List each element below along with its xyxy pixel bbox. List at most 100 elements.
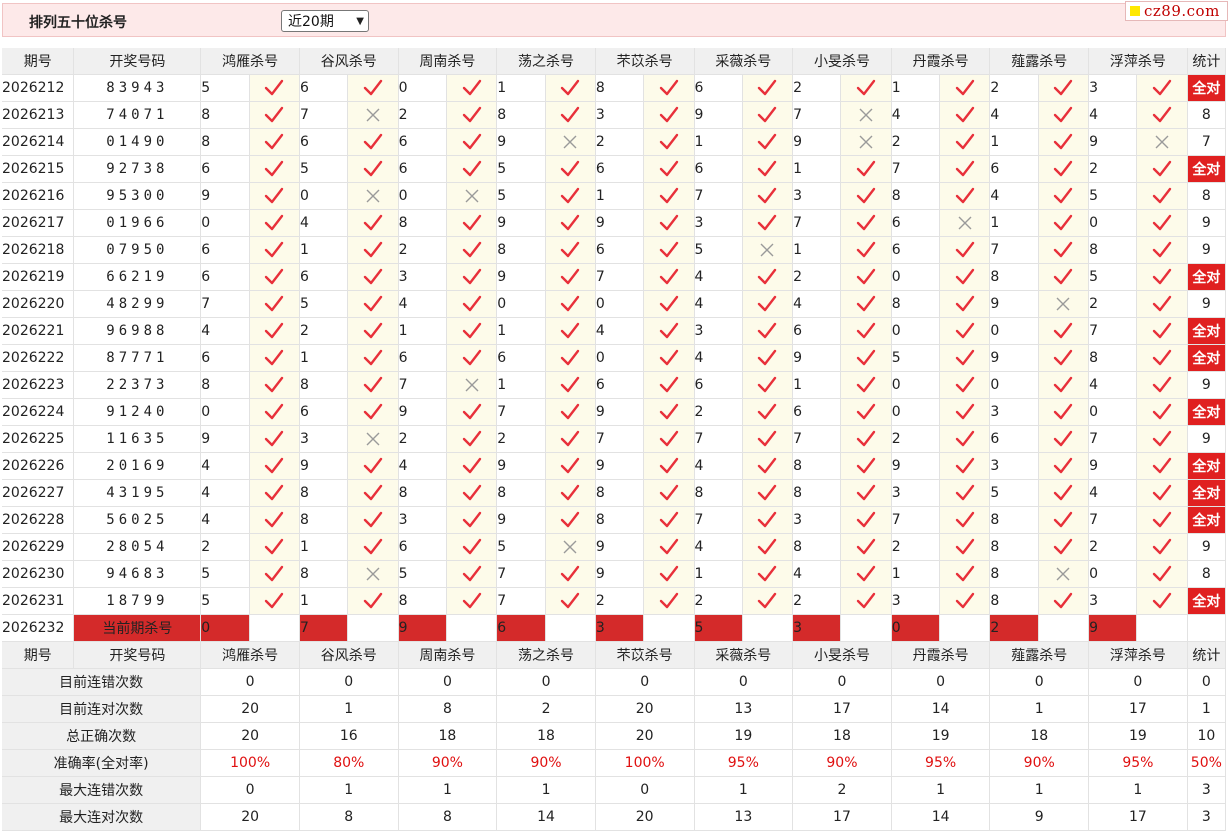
check-icon (742, 426, 794, 453)
summary-value: 19 (891, 723, 991, 750)
issue-number: 2026222 (2, 345, 75, 372)
summary-value: 14 (891, 804, 991, 831)
check-icon (446, 480, 498, 507)
check-icon (742, 291, 794, 318)
stat-all-correct-badge: 全对 (1187, 399, 1226, 426)
col-header-expert: 周南杀号 (398, 48, 498, 75)
kill-number: 2 (299, 318, 349, 345)
kill-number: 0 (201, 399, 250, 426)
draw-number: 07950 (74, 237, 202, 264)
kill-number: 8 (497, 102, 546, 129)
draw-number: 92738 (74, 156, 202, 183)
col-header-issue: 期号 (2, 642, 75, 669)
check-icon (940, 372, 991, 399)
summary-value: 2 (497, 696, 596, 723)
draw-number: 96988 (74, 318, 202, 345)
summary-value: 1 (694, 777, 794, 804)
kill-number: 0 (1089, 399, 1138, 426)
issue-number: 2026218 (2, 237, 75, 264)
summary-value: 8 (398, 804, 498, 831)
check-icon (446, 507, 498, 534)
check-icon (644, 426, 695, 453)
kill-number: 3 (595, 102, 645, 129)
col-header-expert: 薤露杀号 (990, 48, 1090, 75)
summary-value: 20 (595, 723, 695, 750)
summary-value: 20 (201, 723, 300, 750)
kill-number: 2 (891, 426, 941, 453)
check-icon (249, 345, 300, 372)
summary-value: 0 (694, 669, 794, 696)
table-row: 2026221 96988 4 2 1 1 4 3 6 0 0 7 全对 (2, 318, 1226, 345)
logo-square-icon (1130, 6, 1140, 16)
summary-value: 0 (201, 777, 300, 804)
check-icon (1038, 345, 1090, 372)
kill-number: 8 (299, 561, 349, 588)
check-icon (841, 426, 892, 453)
check-icon (249, 561, 300, 588)
kill-number: 5 (497, 156, 546, 183)
kill-number: 4 (694, 534, 743, 561)
cross-icon (446, 372, 498, 399)
site-logo[interactable]: cz89.com (1125, 1, 1228, 21)
kill-number: 6 (595, 237, 645, 264)
stat-all-correct-badge: 全对 (1187, 507, 1226, 534)
check-icon (545, 75, 596, 102)
kill-number: 9 (201, 426, 250, 453)
period-select[interactable]: 近20期 ▼ (281, 10, 369, 32)
kill-number: 6 (201, 345, 250, 372)
current-kill-spacer (644, 615, 695, 642)
kill-number: 7 (793, 210, 842, 237)
draw-number: 95300 (74, 183, 202, 210)
col-header-expert: 芣苡杀号 (595, 642, 695, 669)
kill-number: 7 (201, 291, 250, 318)
table-row: 2026230 94683 5 8 5 7 9 1 4 1 8 0 8 (2, 561, 1226, 588)
current-kill-spacer (940, 615, 991, 642)
kill-number: 4 (1089, 102, 1138, 129)
current-kill-spacer (348, 615, 399, 642)
stat-count: 9 (1187, 210, 1226, 237)
summary-value: 0 (201, 669, 300, 696)
kill-number: 3 (990, 453, 1039, 480)
check-icon (249, 426, 300, 453)
issue-number: 2026221 (2, 318, 75, 345)
kill-number: 2 (891, 534, 941, 561)
kill-number: 9 (694, 102, 743, 129)
check-icon (348, 264, 399, 291)
issue-number: 2026212 (2, 75, 75, 102)
kill-number: 8 (1089, 237, 1138, 264)
kill-number: 6 (201, 237, 250, 264)
issue-number: 2026219 (2, 264, 75, 291)
draw-number: 28054 (74, 534, 202, 561)
kill-number: 8 (990, 534, 1039, 561)
check-icon (1038, 399, 1090, 426)
stat-count: 9 (1187, 426, 1226, 453)
kill-number: 1 (793, 156, 842, 183)
kill-number: 6 (299, 75, 349, 102)
kill-number: 4 (201, 507, 250, 534)
check-icon (644, 588, 695, 615)
current-kill-number: 2 (990, 615, 1039, 642)
stat-all-correct-badge: 全对 (1187, 588, 1226, 615)
table-row: 2026214 01490 8 6 6 9 2 1 9 2 1 9 7 (2, 129, 1226, 156)
issue-number: 2026230 (2, 561, 75, 588)
kill-number: 9 (595, 534, 645, 561)
cross-icon (545, 534, 596, 561)
check-icon (545, 399, 596, 426)
check-icon (1038, 102, 1090, 129)
cross-icon (940, 210, 991, 237)
check-icon (249, 156, 300, 183)
check-icon (1137, 237, 1188, 264)
check-icon (1137, 102, 1188, 129)
check-icon (644, 264, 695, 291)
kill-number: 9 (595, 210, 645, 237)
kill-number: 5 (990, 480, 1039, 507)
check-icon (446, 318, 498, 345)
issue-number: 2026228 (2, 507, 75, 534)
kill-number: 8 (694, 480, 743, 507)
check-icon (742, 345, 794, 372)
check-icon (742, 480, 794, 507)
check-icon (841, 156, 892, 183)
cross-icon (446, 183, 498, 210)
check-icon (348, 534, 399, 561)
current-kill-label: 当前期杀号 (74, 615, 202, 642)
